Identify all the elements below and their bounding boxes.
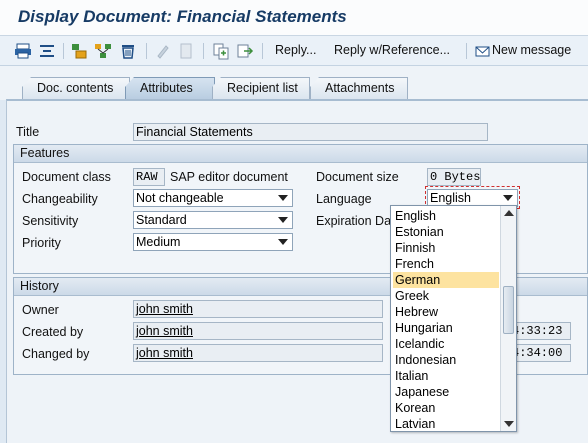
filter-icon[interactable] (38, 42, 56, 60)
reply-button[interactable]: Reply... (275, 43, 316, 57)
copy-icon[interactable] (212, 42, 230, 60)
features-heading: Features (14, 145, 587, 163)
created-by-field[interactable]: john smith (133, 322, 383, 340)
language-option-highlighted[interactable]: German (393, 272, 499, 288)
tab-attachments[interactable]: Attachments (310, 77, 408, 99)
create-icon[interactable] (70, 42, 88, 60)
language-label: Language (316, 192, 372, 206)
language-option[interactable]: Indonesian (393, 352, 499, 368)
language-option[interactable]: Italian (393, 368, 499, 384)
document-class-label: Document class (22, 170, 111, 184)
changed-time-field[interactable]: 4:34:00 (509, 344, 571, 362)
window-title: Display Document: Financial Statements (18, 7, 347, 26)
language-option[interactable]: Hebrew (393, 304, 499, 320)
scrollbar-thumb[interactable] (503, 286, 514, 334)
print-icon[interactable] (14, 42, 32, 60)
changed-by-field[interactable]: john smith (133, 344, 383, 362)
title-bar: Display Document: Financial Statements (0, 0, 588, 36)
document-class-field[interactable]: RAW (133, 168, 165, 186)
toolbar-separator (146, 43, 147, 59)
created-time-field[interactable]: 4:33:23 (509, 322, 571, 340)
changeability-label: Changeability (22, 192, 98, 206)
chevron-down-icon (278, 217, 288, 223)
tab-strip: Doc. contents Attributes Recipient list … (0, 66, 588, 100)
chevron-down-icon (278, 239, 288, 245)
application-toolbar: Reply... Reply w/Reference... New messag… (0, 36, 588, 66)
priority-label: Priority (22, 236, 61, 250)
sensitivity-value: Standard (136, 213, 187, 227)
changeability-select[interactable]: Not changeable (133, 189, 293, 207)
structure-icon[interactable] (94, 42, 112, 60)
toolbar-separator (262, 43, 263, 59)
edit-icon[interactable] (154, 42, 172, 60)
chevron-down-icon (278, 195, 288, 201)
priority-select[interactable]: Medium (133, 233, 293, 251)
owner-label: Owner (22, 303, 59, 317)
language-option[interactable]: Japanese (393, 384, 499, 400)
toolbar-separator (63, 43, 64, 59)
scroll-down-icon[interactable] (504, 421, 514, 427)
forward-icon[interactable] (236, 42, 254, 60)
tab-recipient-list[interactable]: Recipient list (212, 77, 310, 99)
dropdown-scrollbar[interactable] (500, 206, 516, 431)
document-size-field[interactable]: 0 Bytes (427, 168, 481, 186)
created-by-label: Created by (22, 325, 84, 339)
language-option[interactable]: Hungarian (393, 320, 499, 336)
language-option[interactable]: English (393, 208, 499, 224)
sensitivity-label: Sensitivity (22, 214, 79, 228)
delete-icon[interactable] (119, 42, 137, 60)
language-option[interactable]: French (393, 256, 499, 272)
tab-attributes[interactable]: Attributes (125, 77, 215, 99)
language-option[interactable]: Icelandic (393, 336, 499, 352)
title-field[interactable]: Financial Statements (133, 123, 488, 141)
document-size-label: Document size (316, 170, 399, 184)
expiration-date-label: Expiration Dat (316, 214, 395, 228)
priority-value: Medium (136, 235, 181, 249)
change-icon[interactable] (177, 42, 195, 60)
toolbar-separator (203, 43, 204, 59)
changeability-value: Not changeable (136, 191, 224, 205)
language-dropdown-list[interactable]: English Estonian Finnish French German G… (390, 205, 517, 432)
language-option[interactable]: Greek (393, 288, 499, 304)
title-label: Title (16, 125, 40, 139)
language-option[interactable]: Finnish (393, 240, 499, 256)
document-class-description: SAP editor document (170, 170, 288, 184)
language-option[interactable]: Korean (393, 400, 499, 416)
owner-field[interactable]: john smith (133, 300, 383, 318)
changed-by-label: Changed by (22, 347, 90, 361)
toolbar-separator (466, 43, 467, 59)
sensitivity-select[interactable]: Standard (133, 211, 293, 229)
language-option[interactable]: Estonian (393, 224, 499, 240)
scroll-up-icon[interactable] (504, 210, 514, 216)
tab-doc-contents[interactable]: Doc. contents (22, 77, 130, 99)
language-option[interactable]: Latvian (393, 416, 499, 432)
new-message-button[interactable]: New message (492, 43, 571, 57)
reply-with-reference-button[interactable]: Reply w/Reference... (334, 43, 450, 57)
new-message-icon (475, 46, 490, 57)
